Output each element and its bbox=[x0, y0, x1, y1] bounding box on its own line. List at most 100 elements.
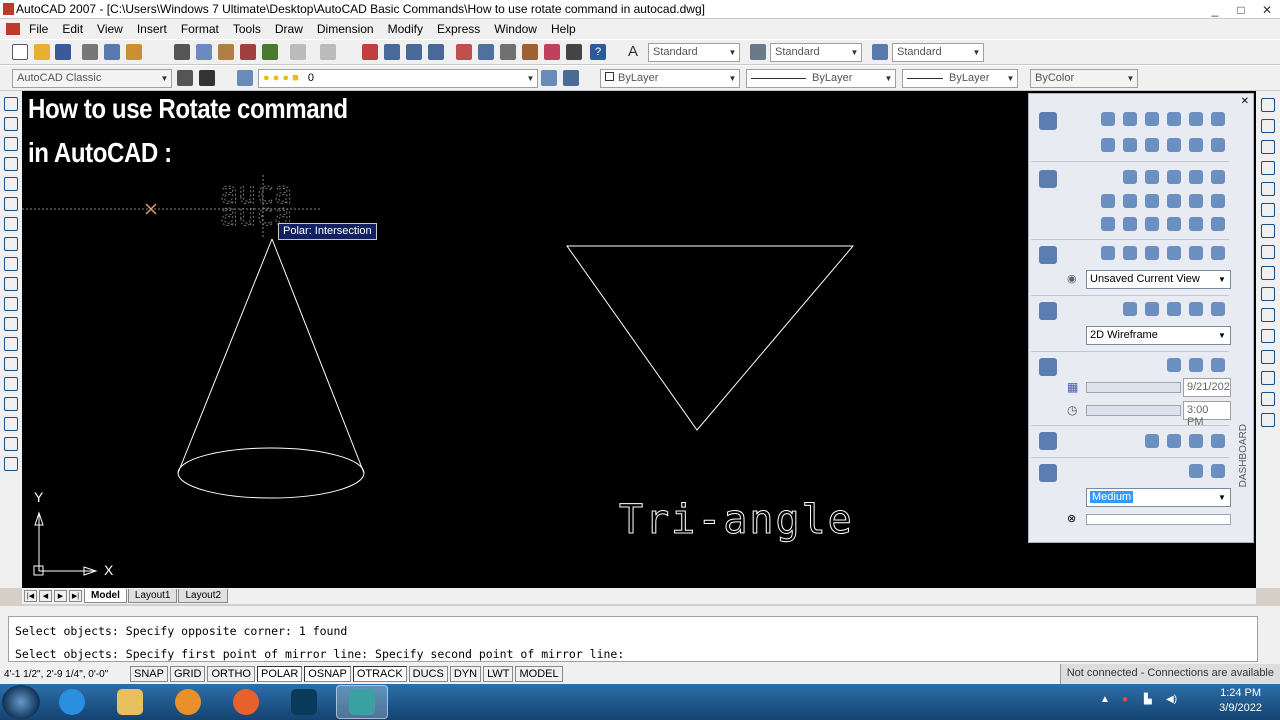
circle-icon[interactable] bbox=[4, 217, 18, 231]
make-layer-current-icon[interactable] bbox=[541, 70, 557, 86]
minimize-button[interactable]: _ bbox=[1202, 0, 1228, 19]
3d-fly-icon[interactable] bbox=[1189, 246, 1203, 260]
materials-window-icon[interactable] bbox=[1211, 434, 1225, 448]
zoom-window-icon[interactable] bbox=[406, 44, 422, 60]
plotstyle-select[interactable]: ByColor ▼ bbox=[1030, 69, 1138, 88]
material-map-icon[interactable] bbox=[1189, 434, 1203, 448]
line-tool-icon[interactable] bbox=[4, 97, 18, 111]
render-icon[interactable] bbox=[1189, 464, 1203, 478]
menu-insert[interactable]: Insert bbox=[130, 22, 174, 36]
prev-tab-icon[interactable]: ◀ bbox=[39, 590, 52, 602]
ellipse-arc-icon[interactable] bbox=[4, 297, 18, 311]
properties-icon[interactable] bbox=[456, 44, 472, 60]
point-icon[interactable] bbox=[4, 357, 18, 371]
extend-icon[interactable] bbox=[1261, 308, 1275, 322]
autocad-app-icon[interactable] bbox=[3, 3, 14, 15]
offset-icon[interactable] bbox=[1261, 161, 1275, 175]
break-icon[interactable] bbox=[1261, 329, 1275, 343]
polyline-icon[interactable] bbox=[4, 137, 18, 151]
triangle-label-text[interactable]: Tri-angle bbox=[619, 497, 854, 544]
block-editor-icon[interactable] bbox=[262, 44, 278, 60]
drawing-area[interactable]: How to use Rotate command in AutoCAD : a… bbox=[22, 91, 1256, 588]
ortho-toggle[interactable]: ORTHO bbox=[207, 666, 255, 682]
redo-icon[interactable] bbox=[320, 44, 336, 60]
snap-toggle[interactable]: SNAP bbox=[130, 666, 168, 682]
last-tab-icon[interactable]: ▶| bbox=[69, 590, 82, 602]
cone-right-edge[interactable] bbox=[271, 238, 365, 474]
stretch-icon[interactable] bbox=[1261, 266, 1275, 280]
menu-format[interactable]: Format bbox=[174, 22, 226, 36]
sun-icon[interactable] bbox=[1211, 358, 1225, 372]
menu-express[interactable]: Express bbox=[430, 22, 487, 36]
date-slider[interactable] bbox=[1086, 382, 1181, 393]
table-icon[interactable] bbox=[1211, 138, 1225, 152]
layer-manager-icon[interactable] bbox=[237, 70, 253, 86]
help-icon[interactable]: ? bbox=[590, 44, 606, 60]
polyline-icon[interactable] bbox=[1123, 112, 1137, 126]
menu-file[interactable]: File bbox=[22, 22, 55, 36]
3d-wireframe-icon[interactable] bbox=[1123, 302, 1137, 316]
copy-icon[interactable] bbox=[196, 44, 212, 60]
gradient-icon[interactable] bbox=[1123, 138, 1137, 152]
table-icon[interactable] bbox=[4, 437, 18, 451]
layer-previous-icon[interactable] bbox=[563, 70, 579, 86]
extrude-icon[interactable] bbox=[1101, 194, 1115, 208]
grid-icon[interactable] bbox=[1189, 138, 1203, 152]
copy-object-icon[interactable] bbox=[1261, 119, 1275, 133]
publish-icon[interactable] bbox=[126, 44, 142, 60]
rectangle-icon[interactable] bbox=[1189, 112, 1203, 126]
close-button[interactable]: ✕ bbox=[1254, 0, 1280, 19]
close-render-icon[interactable]: ⊗ bbox=[1067, 512, 1076, 525]
join-icon[interactable] bbox=[1261, 350, 1275, 364]
move-icon[interactable] bbox=[1261, 203, 1275, 217]
spot-light-icon[interactable] bbox=[1189, 358, 1203, 372]
arc-icon[interactable] bbox=[1145, 112, 1159, 126]
line-icon[interactable] bbox=[1101, 112, 1115, 126]
union-icon[interactable] bbox=[1123, 217, 1137, 231]
make-block-icon[interactable] bbox=[4, 337, 18, 351]
record-icon[interactable]: ● bbox=[1122, 694, 1136, 708]
date-field[interactable]: 9/21/202 bbox=[1183, 378, 1231, 397]
named-view-select[interactable]: Unsaved Current View ▼ bbox=[1086, 270, 1231, 289]
section-plane-icon[interactable] bbox=[1189, 217, 1203, 231]
spline-icon[interactable] bbox=[1211, 112, 1225, 126]
hatch-icon[interactable] bbox=[4, 377, 18, 391]
realistic-style-icon[interactable] bbox=[1145, 302, 1159, 316]
taskbar-media-player[interactable] bbox=[162, 685, 214, 719]
start-button[interactable] bbox=[2, 685, 40, 719]
subtract-icon[interactable] bbox=[1145, 217, 1159, 231]
exposure-slider[interactable] bbox=[1086, 514, 1231, 525]
3d-walk-icon[interactable] bbox=[1167, 246, 1181, 260]
grid-toggle[interactable]: GRID bbox=[169, 666, 206, 682]
slice-icon[interactable] bbox=[1211, 194, 1225, 208]
construction-line-icon[interactable] bbox=[4, 117, 18, 131]
trim-icon[interactable] bbox=[1261, 287, 1275, 301]
gradient-icon[interactable] bbox=[4, 397, 18, 411]
scale-icon[interactable] bbox=[1261, 245, 1275, 259]
markup-icon[interactable] bbox=[544, 44, 560, 60]
table-style-select[interactable]: Standard ▼ bbox=[892, 43, 984, 62]
point-light-icon[interactable] bbox=[1167, 358, 1181, 372]
spline-icon[interactable] bbox=[4, 257, 18, 271]
insert-block-icon[interactable] bbox=[4, 317, 18, 331]
cone-base-ellipse[interactable] bbox=[177, 447, 365, 499]
menu-help[interactable]: Help bbox=[544, 22, 583, 36]
menu-dimension[interactable]: Dimension bbox=[310, 22, 381, 36]
conceptual-style-icon[interactable] bbox=[1167, 302, 1181, 316]
show-hidden-icons-icon[interactable]: ▲ bbox=[1100, 694, 1114, 708]
rectangle-icon[interactable] bbox=[4, 177, 18, 191]
workspace-settings-icon[interactable] bbox=[177, 70, 193, 86]
hatch-icon[interactable] bbox=[1101, 138, 1115, 152]
camera-icon[interactable] bbox=[1211, 246, 1225, 260]
time-slider[interactable] bbox=[1086, 405, 1181, 416]
box-solid-icon[interactable] bbox=[1123, 170, 1137, 184]
time-field[interactable]: 3:00 PM bbox=[1183, 401, 1231, 428]
menu-draw[interactable]: Draw bbox=[268, 22, 310, 36]
visual-styles-panel-icon[interactable] bbox=[1039, 302, 1057, 320]
undo-icon[interactable] bbox=[290, 44, 306, 60]
document-icon[interactable] bbox=[6, 23, 20, 35]
loft-icon[interactable] bbox=[1167, 194, 1181, 208]
taskbar-screen-recorder[interactable] bbox=[278, 685, 330, 719]
taskbar-internet-explorer[interactable] bbox=[46, 685, 98, 719]
otrack-toggle[interactable]: OTRACK bbox=[352, 666, 407, 682]
